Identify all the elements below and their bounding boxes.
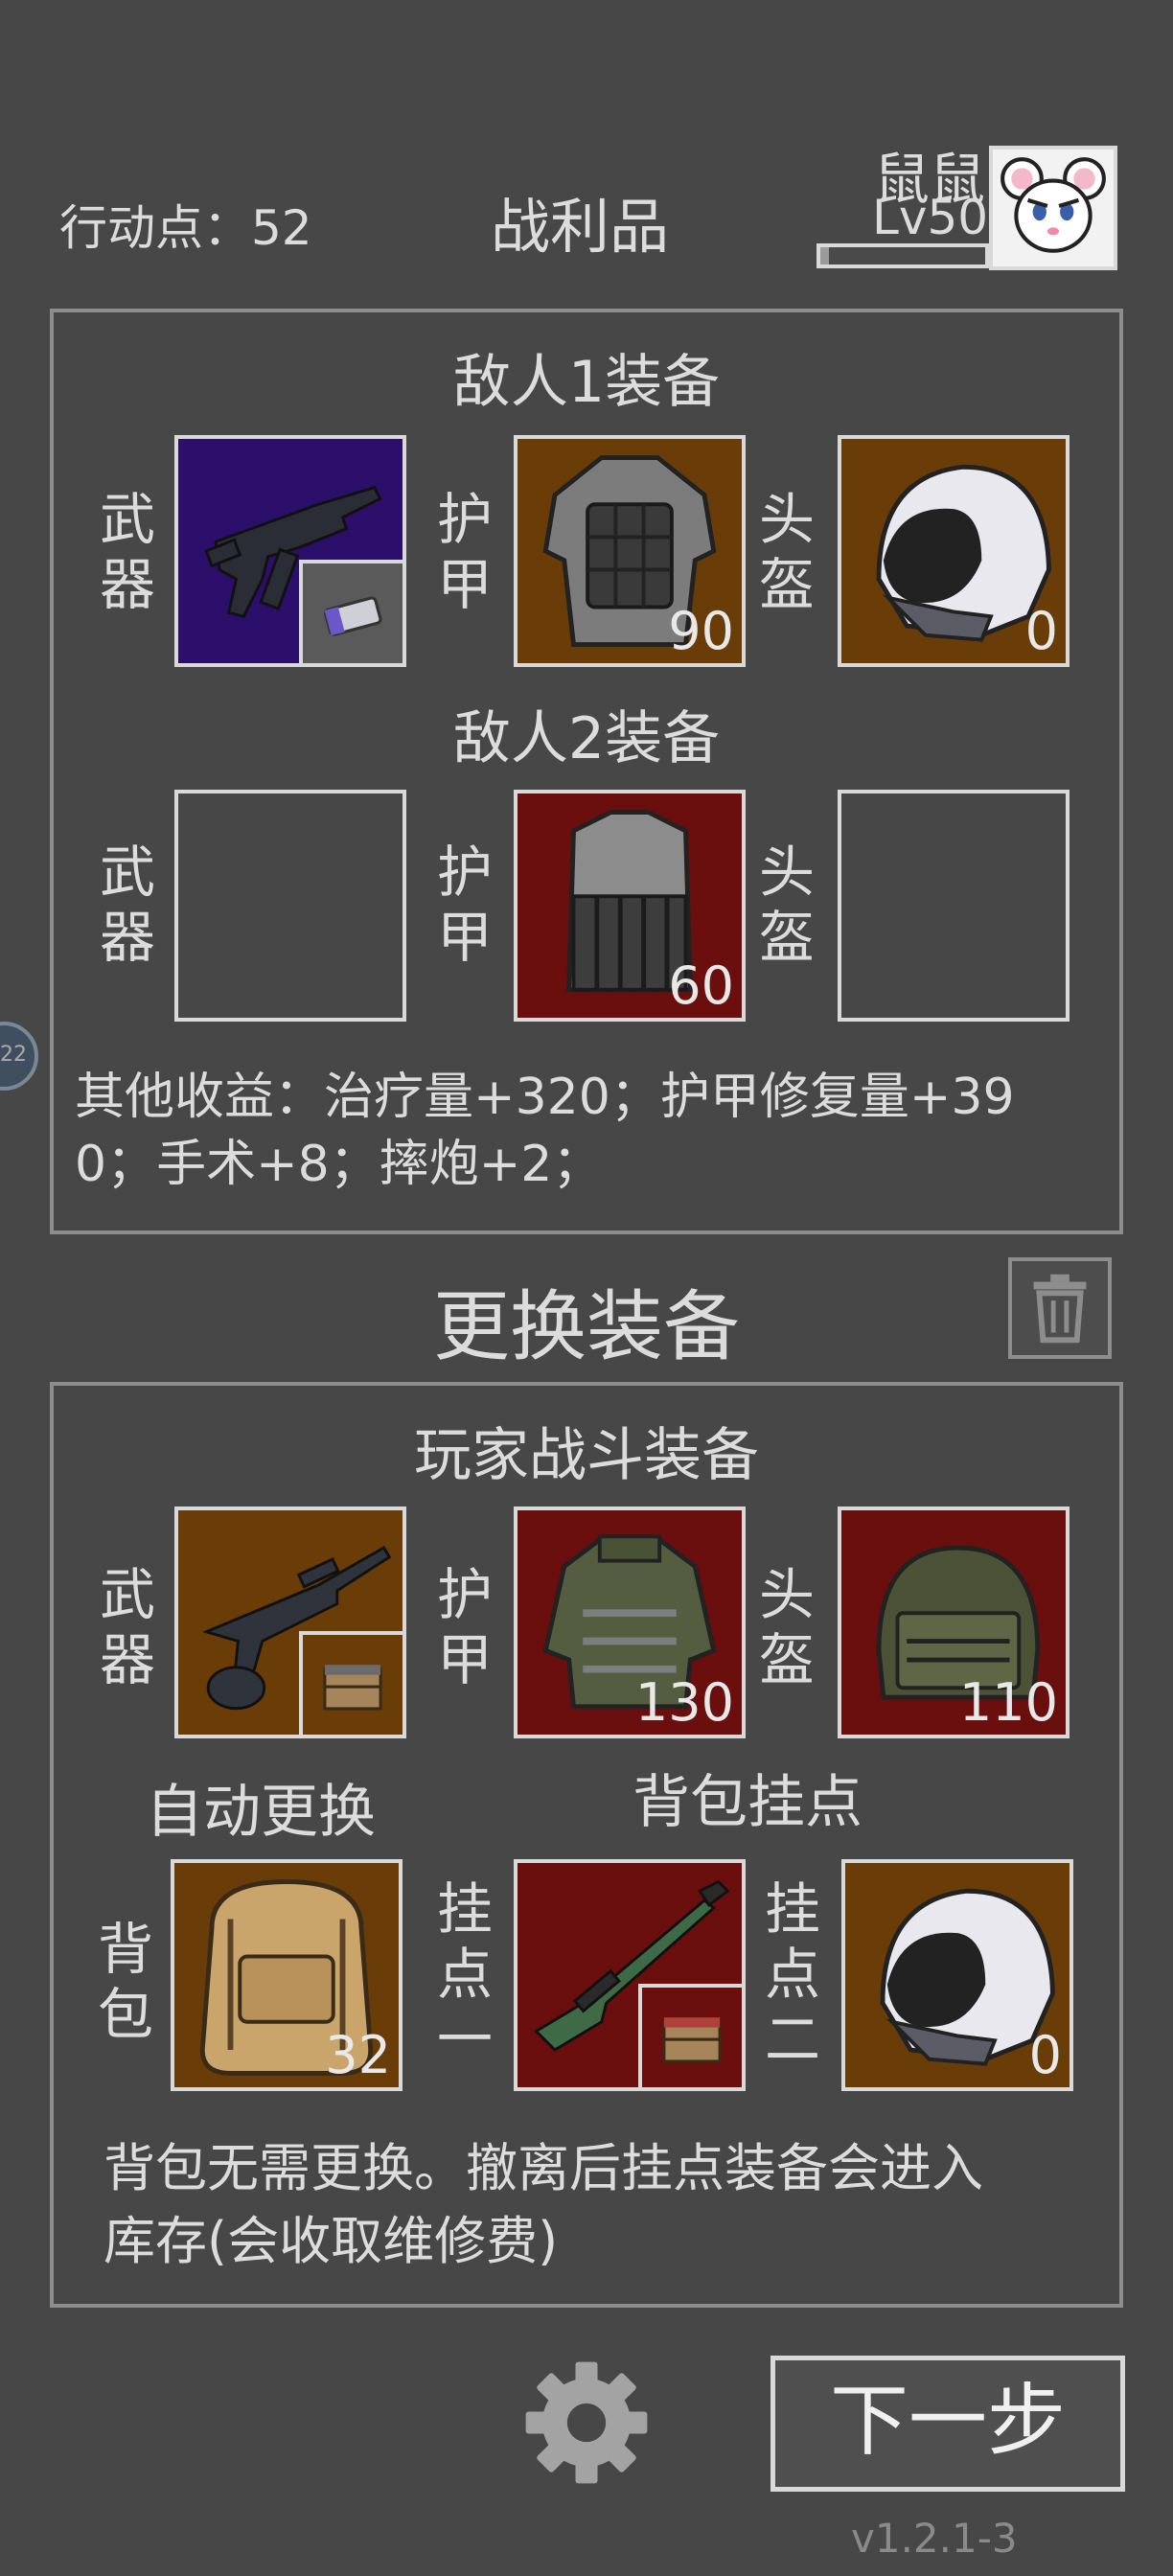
version-label: v1.2.1-3 [851,2515,1018,2562]
enemy2-weapon-slot[interactable] [174,790,406,1022]
player-armor-durability: 130 [634,1672,734,1733]
avatar[interactable] [989,146,1117,270]
mount2-slot[interactable]: 0 [841,1859,1073,2091]
player-helmet-label: 头盔 [758,1562,815,1692]
mount2-label-text: 挂点二 [764,1876,820,2072]
xp-bar-fill [820,247,829,264]
player-weapon-slot[interactable] [174,1506,406,1738]
xp-bar [816,243,989,268]
side-badge-label: 22 [0,1043,27,1067]
ammo-crate-icon [642,1988,742,2087]
player-armor-label: 护甲 [436,1562,493,1692]
enemy2-helmet-label: 头盔 [758,840,815,970]
mount2-durability: 0 [1028,2025,1062,2085]
enemy2-title: 敌人2装备 [452,705,721,772]
player-helmet-durability: 110 [958,1672,1058,1733]
backpack-label: 背包 [97,1917,153,2047]
enemy1-title: 敌人1装备 [452,349,721,416]
trash-button[interactable] [1008,1257,1112,1359]
auto-replace-label[interactable]: 自动更换 [146,1765,376,1849]
page-title: 战利品 [491,192,670,262]
enemy2-armor-durability: 60 [668,955,734,1016]
player-ammo-sub [299,1631,402,1735]
enemy1-armor-durability: 90 [668,601,734,661]
other-gains-line2: 0；手术+8；摔炮+2； [75,1136,603,1193]
enemy2-helmet-slot[interactable] [838,790,1070,1022]
ammo-box-icon [303,564,402,663]
mount1-ammo-sub [638,1984,742,2087]
gear-icon [525,2361,648,2484]
mount2-label: 挂点二 [759,1876,826,2072]
enemy1-helmet-durability: 0 [1024,601,1058,661]
enemy1-armor-slot[interactable]: 90 [514,435,746,667]
next-step-button[interactable]: 下一步 [770,2356,1125,2492]
mouse-avatar-icon [1000,157,1106,253]
backpack-mounts-label: 背包挂点 [632,1769,862,1836]
action-points: 行动点：52 [59,200,312,256]
side-badge[interactable]: 22 [0,1022,38,1091]
enemy1-weapon-slot[interactable] [174,435,406,667]
enemy1-weapon-label: 武器 [99,487,155,617]
change-equipment-title: 更换装备 [433,1282,740,1371]
trash-icon [1033,1274,1087,1344]
enemy2-weapon-label: 武器 [99,840,155,970]
next-step-label: 下一步 [829,2376,1066,2467]
backpack-note-line2: 库存(会收取维修费) [104,2211,559,2271]
settings-button[interactable] [518,2354,656,2492]
enemy1-helmet-label: 头盔 [758,487,815,617]
player-equipment-title: 玩家战斗装备 [414,1422,759,1489]
backpack-capacity: 32 [325,2025,391,2085]
backpack-note-line1: 背包无需更换。撤离后挂点装备会进入 [104,2138,983,2198]
mount1-slot[interactable] [514,1859,746,2091]
enemy2-armor-slot[interactable]: 60 [514,790,746,1022]
ammo-crate-icon [303,1635,402,1735]
mount1-label: 挂点一 [431,1876,498,2072]
enemy1-ammo-sub [299,560,402,663]
player-helmet-slot[interactable]: 110 [838,1506,1070,1738]
enemy1-helmet-slot[interactable]: 0 [838,435,1070,667]
backpack-slot[interactable]: 32 [171,1859,402,2091]
mount1-label-text: 挂点一 [436,1876,493,2072]
player-weapon-label: 武器 [99,1562,155,1692]
enemy1-armor-label: 护甲 [436,487,493,617]
player-armor-slot[interactable]: 130 [514,1506,746,1738]
player-level: Lv50 [872,190,989,245]
enemy2-armor-label: 护甲 [436,840,493,970]
other-gains-line1: 其他收益：治疗量+320；护甲修复量+39 [75,1069,1015,1126]
